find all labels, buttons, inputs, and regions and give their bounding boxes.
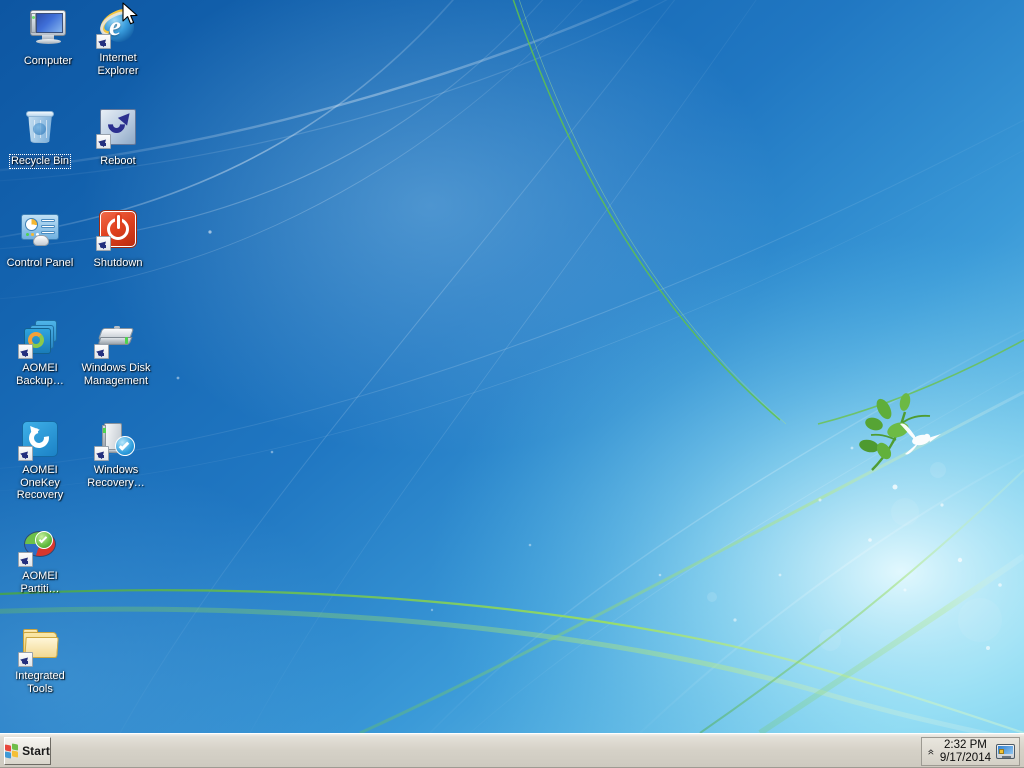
desktop-icon-label: Control Panel [6,257,74,269]
desktop-icon-aomei-onekey-recovery[interactable]: AOMEI OneKey Recovery [0,418,84,503]
mouse-cursor-arrow-icon [122,2,138,25]
shortcut-arrow-icon [94,446,109,461]
power-off-icon [96,208,139,251]
desktop-icon-label: AOMEI Backup… [16,362,64,387]
desktop-icon-aomei-backupper[interactable]: AOMEI Backup… [0,316,80,389]
partition-pie-icon [18,524,61,567]
desktop-icon-label: Integrated Tools [15,670,65,695]
desktop-icon-label: Computer [23,55,73,67]
desktop-icon-aomei-partition-assistant[interactable]: AOMEI Partiti… [0,524,80,597]
desktop-icon-label: Windows Disk Management [81,362,151,387]
control-panel-icon [19,208,61,250]
desktop-background[interactable]: Computer e Internet Explorer Recycle Bin [0,0,1024,733]
desktop-icon-label: Reboot [100,155,136,167]
monitor-icon [27,6,69,48]
shortcut-arrow-icon [18,446,33,461]
shortcut-arrow-icon [96,134,111,149]
desktop-icon-internet-explorer[interactable]: e Internet Explorer [78,3,158,79]
desktop-icon-label: Internet Explorer [97,52,139,77]
shortcut-arrow-icon [96,34,111,49]
clock-time: 2:32 PM [944,738,987,751]
taskbar[interactable]: Start » 2:32 PM 9/17/2014 [0,733,1024,768]
desktop-icon-label: Windows Recovery… [87,464,145,489]
shortcut-arrow-icon [18,344,33,359]
desktop-icon-reboot[interactable]: Reboot [78,106,158,169]
windows-recovery-icon [94,418,137,461]
taskbar-clock[interactable]: 2:32 PM 9/17/2014 [940,739,991,765]
recycle-bin-icon [19,106,61,148]
desktop-icon-label: AOMEI OneKey Recovery [16,464,64,501]
desktop-icon-recycle-bin[interactable]: Recycle Bin [0,106,80,169]
shortcut-arrow-icon [18,652,33,667]
desktop-icon-label: Shutdown [93,257,143,269]
desktop-icon-grid: Computer e Internet Explorer Recycle Bin [0,0,1024,733]
shortcut-arrow-icon [18,552,33,567]
clock-date: 9/17/2014 [939,751,991,764]
windows-flag-icon [5,743,20,759]
desktop-icon-label: AOMEI Partiti… [20,570,60,595]
aomei-backupper-icon [18,316,61,359]
reboot-arrow-icon [96,106,139,149]
desktop-icon-label: Recycle Bin [8,154,72,169]
shortcut-arrow-icon [96,236,111,251]
start-button[interactable]: Start [4,737,51,765]
folder-icon [18,624,61,667]
show-hidden-icons-chevron-icon[interactable]: » [924,748,938,755]
display-monitor-icon[interactable] [996,744,1015,759]
desktop-icon-windows-disk-management[interactable]: Windows Disk Management [76,316,156,389]
onekey-recovery-icon [18,418,61,461]
desktop-icon-computer[interactable]: Computer [8,6,88,69]
shortcut-arrow-icon [94,344,109,359]
start-button-label: Start [22,744,50,758]
desktop-icon-shutdown[interactable]: Shutdown [78,208,158,271]
desktop-icon-integrated-tools[interactable]: Integrated Tools [0,624,80,697]
desktop-icon-control-panel[interactable]: Control Panel [0,208,80,271]
hard-disk-icon [94,316,137,359]
desktop-icon-windows-recovery[interactable]: Windows Recovery… [76,418,156,491]
system-tray[interactable]: » 2:32 PM 9/17/2014 [921,737,1020,766]
